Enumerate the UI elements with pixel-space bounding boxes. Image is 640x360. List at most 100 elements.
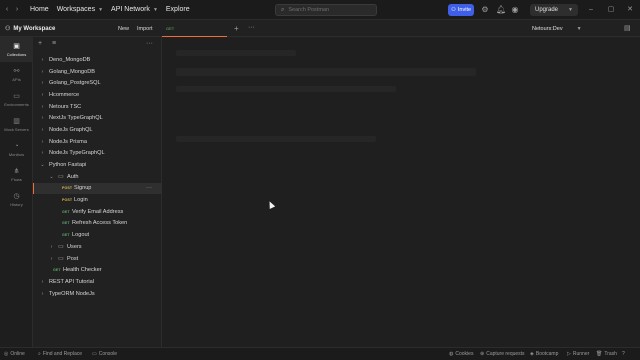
workspace-name[interactable]: ⚇ My Workspace	[5, 25, 55, 33]
rail-label: Mock Servers	[4, 127, 29, 132]
new-button[interactable]: New	[118, 24, 129, 34]
console-label: Console	[98, 351, 118, 357]
request-item[interactable]: POST Signup ···	[33, 182, 162, 195]
request-item[interactable]: GET Health Checker	[33, 264, 162, 276]
forward-arrow-icon[interactable]: ›	[12, 6, 22, 13]
rail-flows[interactable]: ⋔ Flows	[0, 162, 33, 187]
help-icon[interactable]: ?	[622, 351, 625, 357]
find-replace-button[interactable]: ⌕ Find and Replace	[38, 351, 82, 357]
tab-method: GET	[166, 26, 175, 31]
rail-label: Collections	[6, 52, 27, 57]
collection-item[interactable]: ⌄ Python Fastapi	[33, 159, 162, 171]
add-collection-icon[interactable]: +	[38, 40, 42, 47]
new-tab-icon[interactable]: +	[234, 24, 239, 33]
history-icon: ◷	[13, 193, 20, 200]
chevron-right-icon[interactable]: ›	[49, 256, 54, 262]
nav-explore[interactable]: Explore	[166, 6, 190, 13]
collection-item[interactable]: › Netours TSC	[33, 101, 162, 113]
chevron-right-icon[interactable]: ›	[40, 139, 45, 145]
request-item[interactable]: GET Logout	[33, 229, 162, 241]
tree-item-label: Post	[67, 255, 79, 262]
folder-item[interactable]: › ▭ Post	[33, 253, 162, 265]
environment-quick-look-icon[interactable]: ▤	[624, 24, 631, 32]
chevron-right-icon[interactable]: ›	[49, 244, 54, 250]
collection-item[interactable]: › NextJs TypeGraphQL	[33, 112, 162, 124]
chevron-down-icon[interactable]: ⌄	[40, 162, 45, 168]
collection-item[interactable]: › REST API Tutorial	[33, 276, 162, 288]
import-button[interactable]: Import	[137, 24, 153, 34]
chevron-right-icon[interactable]: ›	[40, 291, 45, 297]
collection-item[interactable]: › NodeJs Prisma	[33, 136, 162, 148]
tree-item-label: Golang_PostgreSQL	[49, 80, 101, 87]
console-button[interactable]: ▭ Console	[92, 351, 117, 357]
collection-item[interactable]: › NodeJs GraphQL	[33, 124, 162, 136]
back-arrow-icon[interactable]: ‹	[2, 6, 12, 13]
bootcamp-button[interactable]: ◈ Bootcamp	[530, 351, 558, 357]
mock-servers-icon: ▥	[13, 118, 20, 125]
chevron-right-icon[interactable]: ›	[40, 127, 45, 133]
status-bar: ◎ Online ⌕ Find and Replace ▭ Console ◍ Cook…	[0, 347, 640, 360]
chevron-right-icon[interactable]: ›	[40, 279, 45, 285]
rail-label: Flows	[11, 177, 22, 182]
collection-item[interactable]: › Hcommerce	[33, 89, 162, 101]
rail-collections[interactable]: ▣ Collections	[0, 37, 33, 62]
maximize-icon[interactable]: ▢	[606, 5, 616, 15]
chevron-right-icon[interactable]: ›	[40, 69, 45, 75]
request-item[interactable]: GET Refresh Access Token	[33, 218, 162, 230]
chevron-right-icon[interactable]: ›	[40, 57, 45, 63]
chevron-right-icon[interactable]: ›	[40, 150, 45, 156]
method-badge: GET	[62, 221, 70, 226]
invite-label: Invite	[457, 7, 472, 13]
workspace-header: ⚇ My Workspace New Import	[0, 21, 162, 37]
cookies-button[interactable]: ◍ Cookies	[449, 351, 473, 357]
more-options-icon[interactable]: ···	[146, 40, 153, 47]
folder-item[interactable]: › ▭ Users	[33, 241, 162, 253]
avatar-icon[interactable]: ◉	[510, 5, 520, 15]
top-nav: ‹ › Home Workspaces ▼ API Network ▼ Explor…	[0, 0, 190, 20]
request-item[interactable]: GET Verify Email Address	[33, 206, 162, 218]
chevron-right-icon[interactable]: ›	[40, 80, 45, 86]
collection-item[interactable]: › Golang_PostgreSQL	[33, 77, 162, 89]
nav-workspaces[interactable]: Workspaces ▼	[57, 6, 103, 13]
rail-mock-servers[interactable]: ▥ Mock Servers	[0, 112, 33, 137]
more-options-icon[interactable]: ···	[146, 185, 152, 191]
close-icon[interactable]: ✕	[625, 5, 635, 15]
search-input[interactable]: ⌕ Search Postman	[275, 4, 377, 16]
search-icon: ⌕	[38, 351, 41, 357]
capture-requests-button[interactable]: ⊕ Capture requests	[480, 351, 525, 357]
trash-icon: 🗑︎	[596, 351, 603, 357]
collection-item[interactable]: › TypeORM NodeJs	[33, 288, 162, 300]
collection-item[interactable]: › Deno_MongoDB	[33, 54, 162, 66]
rail-apis[interactable]: ⚯ APIs	[0, 62, 33, 87]
environment-selector[interactable]: Netours:Dev ▼	[532, 24, 612, 34]
chevron-right-icon[interactable]: ›	[40, 115, 45, 121]
method-badge: POST	[62, 186, 73, 191]
chevron-right-icon[interactable]: ›	[40, 104, 45, 110]
gear-icon[interactable]: ⚙	[480, 5, 490, 15]
runner-button[interactable]: ▷ Runner	[567, 351, 589, 357]
filter-icon[interactable]: ≡	[52, 40, 56, 47]
upgrade-label: Upgrade	[535, 7, 559, 13]
minimize-icon[interactable]: –	[586, 5, 596, 15]
collection-item[interactable]: › NodeJs TypeGraphQL	[33, 148, 162, 160]
rail-monitors[interactable]: ◔ Monitors	[0, 137, 33, 162]
rail-label: History	[10, 202, 23, 207]
nav-home[interactable]: Home	[30, 6, 49, 13]
nav-workspaces-label: Workspaces	[56, 6, 96, 13]
more-tabs-icon[interactable]: ···	[248, 24, 255, 31]
folder-item[interactable]: ⌄ ▭ Auth	[33, 171, 162, 183]
trash-button[interactable]: 🗑︎ Trash	[596, 351, 617, 357]
bell-icon[interactable]: 🔔︎	[496, 5, 506, 15]
chevron-down-icon[interactable]: ⌄	[49, 174, 54, 180]
collections-sidebar: + ≡ ··· › Deno_MongoDB › Golang_MongoDB › Gol…	[33, 37, 162, 347]
tab-request[interactable]: GET	[162, 21, 227, 37]
request-item[interactable]: POST Login	[33, 194, 162, 206]
online-status[interactable]: ◎ Online	[4, 351, 25, 357]
invite-button[interactable]: ⚇ Invite	[448, 4, 474, 16]
upgrade-button[interactable]: Upgrade ▼	[530, 4, 578, 16]
nav-api-network[interactable]: API Network ▼	[111, 6, 158, 13]
rail-history[interactable]: ◷ History	[0, 187, 33, 212]
rail-environments[interactable]: ▭ Environments	[0, 87, 33, 112]
chevron-right-icon[interactable]: ›	[40, 92, 45, 98]
collection-item[interactable]: › Golang_MongoDB	[33, 66, 162, 78]
